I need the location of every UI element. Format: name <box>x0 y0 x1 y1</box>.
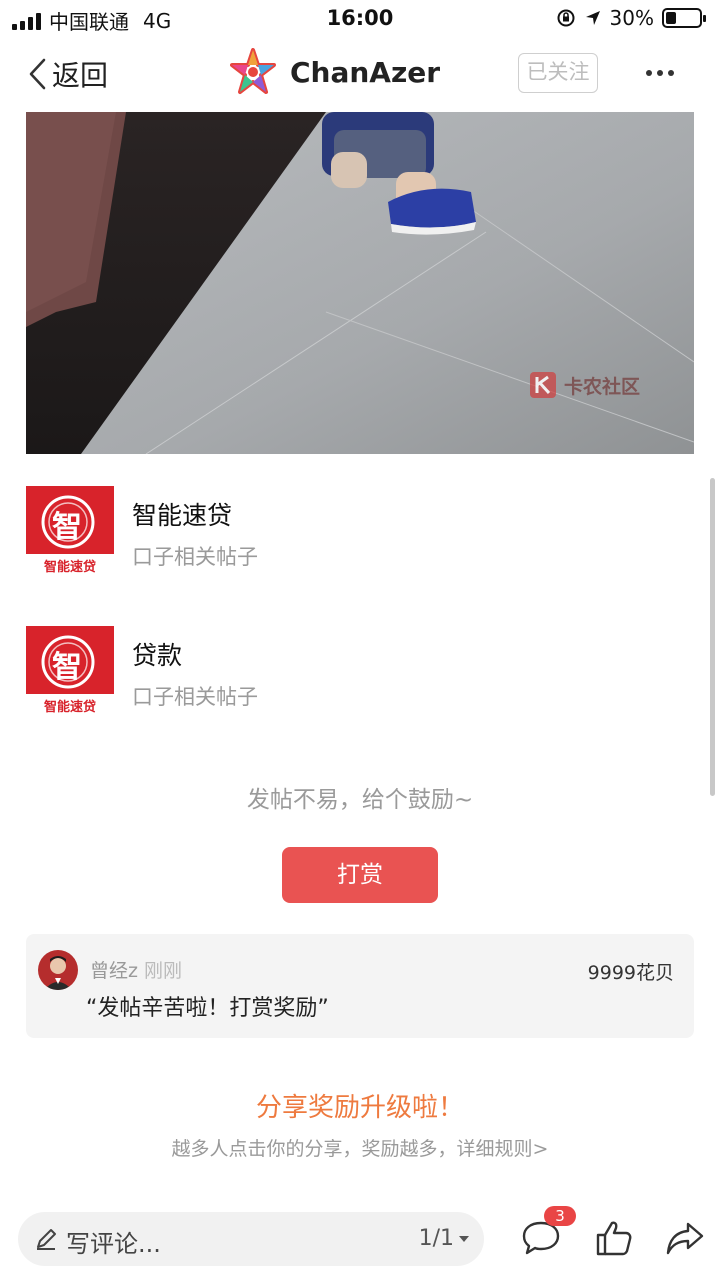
chevron-left-icon <box>29 58 46 90</box>
related-item-subtitle: 口子相关帖子 <box>132 685 258 709</box>
location-icon <box>585 11 600 25</box>
scrollbar[interactable] <box>710 478 715 796</box>
reward-message: “发帖辛苦啦！打赏奖励” <box>86 996 329 1021</box>
status-bar: 中国联通 4G 16:00 30% <box>0 0 720 36</box>
nav-bar: 返回 ChanAzer 已关注 <box>0 40 720 110</box>
related-item[interactable]: 智 智能速贷 贷款 口子相关帖子 <box>26 626 686 716</box>
smart-loan-app-icon: 智 智能速贷 <box>26 626 114 714</box>
photo-watermark: 卡农社区 <box>528 370 640 400</box>
share-rules-link[interactable]: 越多人点击你的分享，奖励越多，详细规则> <box>0 1134 720 1161</box>
reward-record: 曾经z 刚刚 9999花贝 “发帖辛苦啦！打赏奖励” <box>26 934 694 1038</box>
smart-loan-app-icon: 智 智能速贷 <box>26 486 114 574</box>
battery-icon <box>662 8 706 28</box>
related-item-title: 智能速贷 <box>132 501 233 530</box>
kanong-logo-icon <box>530 372 556 398</box>
thumbs-up-icon[interactable] <box>594 1218 634 1258</box>
share-icon[interactable] <box>664 1218 706 1258</box>
related-item[interactable]: 智 智能速贷 智能速贷 口子相关帖子 <box>26 486 686 576</box>
profile-header[interactable]: ChanAzer <box>230 48 440 96</box>
reward-button[interactable]: 打赏 <box>282 847 438 903</box>
related-item-title: 贷款 <box>132 641 183 670</box>
encourage-text: 发帖不易，给个鼓励~ <box>246 787 474 813</box>
app-name: ChanAzer <box>290 55 441 89</box>
page-selector[interactable]: 1/1 <box>419 1226 470 1251</box>
comment-input[interactable]: 写评论... 1/1 <box>18 1212 484 1266</box>
reward-user: 曾经z 刚刚 <box>90 956 182 983</box>
post-photo[interactable]: 卡农社区 <box>26 112 694 454</box>
comment-count-badge: 3 <box>544 1206 576 1226</box>
battery-percent: 30% <box>609 6 654 30</box>
back-label: 返回 <box>52 59 109 92</box>
reward-amount: 9999花贝 <box>587 962 674 984</box>
pencil-icon <box>37 1229 56 1250</box>
share-reward-title: 分享奖励升级啦！ <box>255 1093 464 1123</box>
back-button[interactable]: 返回 <box>26 54 108 94</box>
followed-button[interactable]: 已关注 <box>518 53 598 93</box>
related-item-subtitle: 口子相关帖子 <box>132 545 258 569</box>
avatar[interactable] <box>38 950 78 990</box>
more-dots-icon[interactable] <box>646 70 674 76</box>
app-logo-icon <box>230 48 276 94</box>
rotation-lock-icon <box>557 9 575 27</box>
reward-time: 刚刚 <box>143 960 182 982</box>
reward-username[interactable]: 曾经z <box>90 960 138 982</box>
comment-placeholder: 写评论... <box>66 1230 161 1258</box>
caret-down-icon <box>459 1235 469 1242</box>
photo-content <box>26 112 694 454</box>
